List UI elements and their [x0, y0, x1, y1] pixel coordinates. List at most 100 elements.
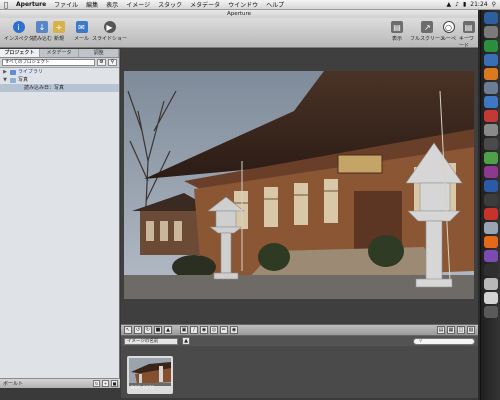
import-button[interactable]: ↓ 読み込む [32, 21, 52, 42]
library-row[interactable]: ▶ ライブラリ [0, 68, 119, 76]
sort-direction-icon[interactable]: ▲ [182, 337, 190, 345]
dock-app-icon[interactable] [483, 26, 498, 38]
dock-app-icon[interactable] [483, 54, 498, 66]
dock-app-icon[interactable] [483, 110, 498, 122]
spot-patch-icon[interactable]: ◎ [210, 326, 218, 334]
fullscreen-button[interactable]: ↗ フルスクリーン [410, 21, 445, 42]
browser-mode-icon[interactable]: ▧ [467, 326, 475, 334]
viewer-mode-icon[interactable]: ▦ [447, 326, 455, 334]
disclosure-down-icon[interactable]: ▼ [2, 76, 8, 84]
menu-help[interactable]: ヘルプ [262, 0, 288, 9]
project-select[interactable]: すべてのプロジェクト [2, 59, 95, 66]
dock-app-icon[interactable] [483, 264, 498, 276]
dock-app-icon[interactable] [483, 166, 498, 178]
add-icon[interactable]: + [102, 380, 109, 387]
dock-app-icon[interactable] [483, 250, 498, 262]
loupe-label: ルーペ [441, 36, 457, 42]
import-label: 読み込む [32, 36, 53, 42]
gear-icon[interactable]: ⚙ [97, 59, 106, 66]
refresh-icon[interactable]: ↻ [93, 380, 100, 387]
redeye-icon[interactable]: ◉ [200, 326, 208, 334]
new-button[interactable]: + 新規 [53, 21, 65, 42]
viewer [121, 49, 478, 324]
thumbnail-label: DSC_0075 [131, 386, 155, 391]
info-icon: i [12, 21, 25, 33]
spotlight-icon[interactable]: ⚲ [492, 1, 496, 8]
view-button[interactable]: ▤ 表示 [391, 21, 403, 42]
aperture-window: Aperture i インスペクタ ↓ 読み込む + 新規 ✉ メール ▶ スラ… [0, 10, 478, 400]
menu-image[interactable]: イメージ [122, 0, 154, 9]
dock-app-icon[interactable] [483, 292, 498, 304]
dock-app-icon[interactable] [483, 68, 498, 80]
disclosure-right-icon[interactable]: ▶ [2, 68, 8, 76]
tree-item-import[interactable]: 読み込み日：写真 [0, 84, 119, 92]
dock-app-icon[interactable] [483, 82, 498, 94]
eye-icon[interactable]: ◉ [230, 326, 238, 334]
split-view-icon[interactable]: ◫ [457, 326, 465, 334]
dock-app-icon[interactable] [483, 96, 498, 108]
import-icon: ↓ [36, 21, 48, 33]
lift-icon[interactable]: ▲ [164, 326, 172, 334]
toolbar: i インスペクタ ↓ 読み込む + 新規 ✉ メール ▶ スライドショー ▤ 表… [0, 18, 478, 49]
vault-icon[interactable]: ■ [111, 380, 118, 387]
search-input[interactable]: ⚲ [413, 337, 475, 345]
menu-stack[interactable]: スタック [154, 0, 186, 9]
keywords-button[interactable]: ▤ キーワード [459, 21, 478, 49]
dock-app-icon[interactable] [483, 124, 498, 136]
search-icon[interactable]: ⚲ [108, 59, 117, 66]
dock-app-icon[interactable] [483, 222, 498, 234]
dock-app-icon[interactable] [483, 306, 498, 318]
tree-item-photos[interactable]: ▼ 写真 [0, 76, 119, 84]
menu-app[interactable]: Aperture [12, 1, 50, 8]
menu-file[interactable]: ファイル [50, 0, 82, 9]
menu-view[interactable]: 表示 [102, 0, 122, 9]
mail-button[interactable]: ✉ メール [74, 21, 89, 42]
sort-select[interactable]: イメージの名前 [124, 337, 178, 345]
view-label: 表示 [391, 36, 402, 42]
library-icon [10, 69, 16, 75]
menu-edit[interactable]: 編集 [82, 0, 102, 9]
dock-app-icon[interactable] [483, 236, 498, 248]
thumbnail[interactable]: DSC_0075 [127, 356, 173, 394]
loupe-button[interactable]: ○ ルーペ [441, 21, 456, 42]
vault-label: ボールト [3, 381, 24, 387]
dock-app-icon[interactable] [483, 138, 498, 150]
crop-icon[interactable]: ▣ [180, 326, 188, 334]
footer-buttons: ↻ + ■ [93, 380, 118, 387]
apple-menu-icon[interactable]:  [0, 1, 12, 9]
rotate-right-icon[interactable]: ↻ [144, 326, 152, 334]
dock-app-icon[interactable] [483, 152, 498, 164]
select-tool-icon[interactable]: ↖ [124, 326, 132, 334]
dock-app-icon[interactable] [483, 40, 498, 52]
volume-icon[interactable]: ♪ [455, 1, 459, 8]
inspector-label: インスペクタ [4, 36, 34, 42]
dock-app-icon[interactable] [483, 208, 498, 220]
dock-app-icon[interactable] [483, 180, 498, 192]
control-bar-right: ▤ ▦ ◫ ▧ [437, 326, 478, 334]
menu-metadata[interactable]: メタデータ [186, 0, 224, 9]
dock-app-icon[interactable] [483, 278, 498, 290]
dock-app-icon[interactable] [483, 12, 498, 24]
brush-icon[interactable]: ✏ [220, 326, 228, 334]
view-layout-icon: ▤ [391, 21, 403, 33]
straighten-icon[interactable]: ∕ [190, 326, 198, 334]
panel-tabs: プロジェクト メタデータ 調整 [0, 49, 120, 58]
inspector-button[interactable]: i インスペクタ [4, 21, 33, 42]
rotate-left-icon[interactable]: ↺ [134, 326, 142, 334]
menu-window[interactable]: ウインドウ [224, 0, 262, 9]
photo-image[interactable] [124, 71, 474, 299]
stack-icon[interactable]: ■ [154, 326, 162, 334]
clock[interactable]: 21:24 [470, 1, 487, 8]
project-icon [16, 85, 22, 91]
tab-metadata[interactable]: メタデータ [40, 49, 80, 57]
slideshow-label: スライドショー [92, 36, 128, 42]
tab-projects[interactable]: プロジェクト [0, 49, 40, 57]
battery-icon[interactable]: ▮ [463, 1, 466, 8]
dock-app-icon[interactable] [483, 194, 498, 206]
project-filter-row: すべてのプロジェクト ⚙ ⚲ [0, 58, 119, 68]
new-label: 新規 [53, 36, 64, 42]
bluetooth-icon[interactable]: ▲ [447, 1, 452, 8]
layout-icon[interactable]: ▤ [437, 326, 445, 334]
slideshow-button[interactable]: ▶ スライドショー [92, 21, 127, 42]
tab-adjustments[interactable]: 調整 [79, 49, 120, 57]
